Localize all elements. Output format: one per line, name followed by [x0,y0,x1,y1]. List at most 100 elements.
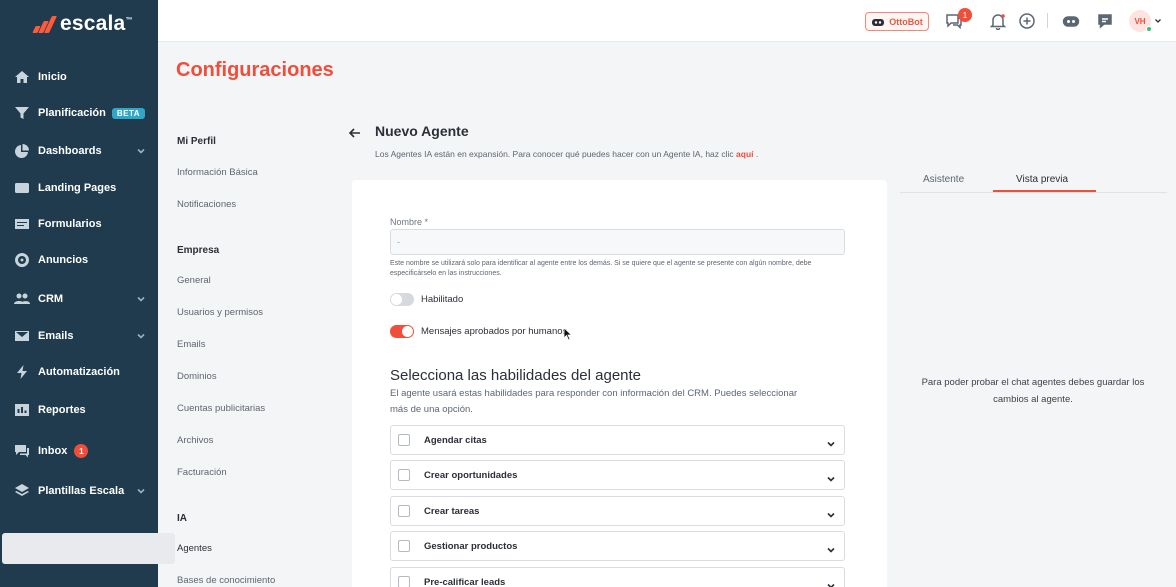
nav-item-inicio[interactable]: Inicio [0,62,158,92]
skill-row-pre-calificar-leads[interactable]: Pre-calificar leads [390,567,845,587]
menu-link-informacion-basica[interactable]: Información Básica [177,167,258,178]
back-arrow-icon[interactable] [348,126,362,140]
skill-checkbox[interactable] [398,576,410,587]
skills-title: Selecciona las habilidades del agente [390,367,642,384]
preview-tabs: Asistente Vista previa [900,166,1167,193]
nav-item-planificacion[interactable]: Planificación BETA [0,98,158,128]
inbox-count-badge: 1 [74,444,89,458]
nav-label: Planificación [38,107,106,119]
agent-title: Nuevo Agente [375,123,469,139]
nav-item-dashboards[interactable]: Dashboards [0,136,158,166]
menu-link-agentes[interactable]: Agentes [177,543,212,554]
nav-label: CRM [38,293,64,305]
nav-label: Inbox [38,445,68,457]
tab-vista-previa[interactable]: Vista previa [1016,174,1068,185]
chevron-down-icon[interactable] [826,436,836,447]
users-icon [14,291,30,307]
skill-row-gestionar-productos[interactable]: Gestionar productos [390,531,845,561]
menu-section-empresa: Empresa [177,245,220,256]
nav-item-anuncios[interactable]: Anuncios [0,245,158,275]
skill-row-crear-oportunidades[interactable]: Crear oportunidades [390,460,845,490]
enabled-toggle[interactable] [390,293,414,306]
chevron-down-icon[interactable] [826,542,836,553]
sidebar: escala™ Inicio Planificación BETA Dashbo… [0,0,158,587]
mouse-cursor-icon [563,327,573,341]
nav-label: Reportes [38,404,86,416]
nav-label: Inicio [38,71,67,83]
home-icon [14,69,30,85]
nav-item-inbox[interactable]: Inbox 1 [0,436,158,466]
page-icon [14,180,30,196]
menu-link-facturacion[interactable]: Facturación [177,467,227,478]
name-input[interactable] [390,229,845,255]
skills-description: El agente usará estas habilidades para r… [390,388,798,415]
nav-item-plantillas-escala[interactable]: Plantillas Escala [0,476,158,506]
menu-link-usuarios-permisos[interactable]: Usuarios y permisos [177,307,263,318]
nav-label: Dashboards [38,145,102,157]
menu-link-emails[interactable]: Emails [177,339,206,350]
beta-badge: BETA [111,107,146,119]
nav-item-reportes[interactable]: Reportes [0,395,158,425]
chevron-down-icon[interactable] [826,578,836,587]
preview-message: Para poder probar el chat agentes debes … [921,377,1145,405]
tab-asistente[interactable]: Asistente [923,174,964,185]
nav-item-automatizacion[interactable]: Automatización [0,357,158,387]
preview-panel: Asistente Vista previa Para poder probar… [900,166,1167,587]
menu-link-cuentas-publicitarias[interactable]: Cuentas publicitarias [177,403,265,414]
nav-label: Landing Pages [38,182,117,194]
chevron-down-icon[interactable] [826,507,836,518]
robot-icon[interactable] [1061,11,1081,31]
nav-label: Formularios [38,218,102,230]
learn-more-link[interactable]: aquí [736,149,753,159]
nav-label: Automatización [38,366,120,378]
name-help-text: Este nombre se utilizará solo para ident… [390,260,812,277]
layers-icon [14,483,30,499]
nav-item-landing-pages[interactable]: Landing Pages [0,173,158,203]
name-field-label: Nombre * [390,217,429,227]
support-chat-icon[interactable] [1095,11,1115,31]
skill-checkbox[interactable] [398,540,410,552]
nav-label: Emails [38,330,74,342]
skill-label: Pre-calificar leads [424,577,506,587]
menu-link-archivos[interactable]: Archivos [177,435,213,446]
chat-icon [14,443,30,459]
target-icon [14,252,30,268]
chevron-down-icon[interactable] [826,471,836,482]
skill-checkbox[interactable] [398,434,410,446]
agent-form-card: Nombre * Este nombre se utilizará solo p… [352,180,887,587]
topbar-divider [1047,13,1048,28]
skill-label: Crear tareas [424,506,480,517]
nav-item-formularios[interactable]: Formularios [0,209,158,239]
human-approval-toggle[interactable] [390,325,414,338]
menu-link-notificaciones[interactable]: Notificaciones [177,199,236,210]
nav-label: Plantillas Escala [38,485,125,497]
chart-icon [14,402,30,418]
skill-row-agendar-citas[interactable]: Agendar citas [390,425,845,455]
agent-subtitle: Los Agentes IA están en expansión. Para … [375,149,759,159]
nav-item-emails[interactable]: Emails [0,321,158,351]
chevron-down-icon[interactable] [1154,17,1162,25]
page-title: Configuraciones [176,59,334,81]
menu-link-bases-conocimiento[interactable]: Bases de conocimiento [177,575,275,586]
skill-row-crear-tareas[interactable]: Crear tareas [390,496,845,526]
skill-checkbox[interactable] [398,469,410,481]
nav-item-crm[interactable]: CRM [0,284,158,314]
human-approval-label: Mensajes aprobados por humanos [421,326,568,337]
enabled-toggle-label: Habilitado [421,294,464,305]
skill-label: Gestionar productos [424,541,518,552]
chevron-down-icon [136,331,146,341]
menu-active-highlight [2,533,175,564]
logo-mark-icon [32,15,57,33]
ottobot-button[interactable]: OttoBot [865,12,929,31]
add-circle-icon[interactable] [1017,11,1037,31]
active-tab-indicator [993,190,1096,192]
funnel-icon [14,105,30,121]
nav-label: Anuncios [38,254,89,266]
menu-link-general[interactable]: General [177,275,211,286]
escala-logo[interactable]: escala™ [32,12,133,36]
notification-count-badge: 1 [958,8,972,22]
skill-checkbox[interactable] [398,505,410,517]
bell-icon[interactable] [988,11,1008,31]
menu-link-dominios[interactable]: Dominios [177,371,217,382]
skill-label: Crear oportunidades [424,470,518,481]
